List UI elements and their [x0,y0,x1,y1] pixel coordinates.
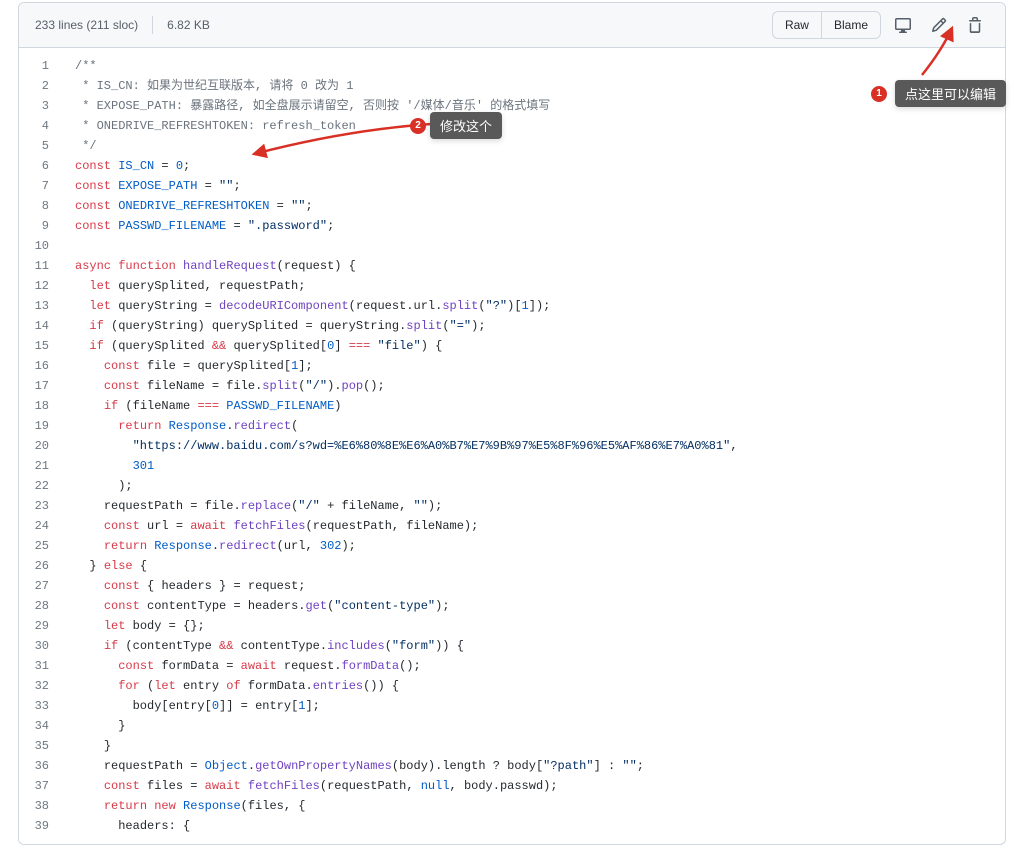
line-number[interactable]: 22 [19,476,55,496]
code-line: ); [75,476,1005,496]
line-number[interactable]: 16 [19,356,55,376]
code-line: if (querySplited && querySplited[0] === … [75,336,1005,356]
code-line: } [75,716,1005,736]
code-line: * ONEDRIVE_REFRESHTOKEN: refresh_token [75,116,1005,136]
line-number[interactable]: 12 [19,276,55,296]
line-number[interactable]: 33 [19,696,55,716]
line-number[interactable]: 23 [19,496,55,516]
code-line: const contentType = headers.get("content… [75,596,1005,616]
code-line: "https://www.baidu.com/s?wd=%E6%80%8E%E6… [75,436,1005,456]
code-line: const EXPOSE_PATH = ""; [75,176,1005,196]
line-number[interactable]: 38 [19,796,55,816]
line-number[interactable]: 34 [19,716,55,736]
code-line: /** [75,56,1005,76]
line-number[interactable]: 15 [19,336,55,356]
line-number[interactable]: 7 [19,176,55,196]
blame-button[interactable]: Blame [821,11,881,39]
code-line: return new Response(files, { [75,796,1005,816]
code-line: 301 [75,456,1005,476]
line-number[interactable]: 11 [19,256,55,276]
line-number[interactable]: 32 [19,676,55,696]
annotation-badge-2: 2 [410,118,426,134]
edit-icon[interactable] [925,11,953,39]
code-content[interactable]: /** * IS_CN: 如果为世纪互联版本, 请将 0 改为 1 * EXPO… [65,48,1005,844]
line-number-gutter: 1234567891011121314151617181920212223242… [19,48,65,844]
line-number[interactable]: 29 [19,616,55,636]
line-number[interactable]: 6 [19,156,55,176]
file-info: 233 lines (211 sloc) 6.82 KB [35,16,772,34]
line-count: 233 lines (211 sloc) [35,18,138,32]
line-number[interactable]: 39 [19,816,55,836]
code-line: return Response.redirect( [75,416,1005,436]
line-number[interactable]: 37 [19,776,55,796]
desktop-icon[interactable] [889,11,917,39]
line-number[interactable]: 8 [19,196,55,216]
code-line: let querySplited, requestPath; [75,276,1005,296]
line-number[interactable]: 21 [19,456,55,476]
line-number[interactable]: 30 [19,636,55,656]
annotation-callout-2: 2 修改这个 [430,112,502,139]
code-line: async function handleRequest(request) { [75,256,1005,276]
code-line: if (contentType && contentType.includes(… [75,636,1005,656]
code-line: body[entry[0]] = entry[1]; [75,696,1005,716]
file-header: 233 lines (211 sloc) 6.82 KB Raw Blame [19,3,1005,48]
code-line: const formData = await request.formData(… [75,656,1005,676]
code-line: */ [75,136,1005,156]
line-number[interactable]: 35 [19,736,55,756]
code-line: if (fileName === PASSWD_FILENAME) [75,396,1005,416]
file-size: 6.82 KB [167,18,210,32]
delete-icon[interactable] [961,11,989,39]
line-number[interactable]: 18 [19,396,55,416]
code-line: for (let entry of formData.entries()) { [75,676,1005,696]
raw-button[interactable]: Raw [772,11,821,39]
annotation-badge-1: 1 [871,86,887,102]
file-viewer: 233 lines (211 sloc) 6.82 KB Raw Blame 1… [18,2,1006,845]
line-number[interactable]: 17 [19,376,55,396]
line-number[interactable]: 9 [19,216,55,236]
line-number[interactable]: 3 [19,96,55,116]
code-line: requestPath = Object.getOwnPropertyNames… [75,756,1005,776]
line-number[interactable]: 25 [19,536,55,556]
code-line: const fileName = file.split("/").pop(); [75,376,1005,396]
code-line: const { headers } = request; [75,576,1005,596]
line-number[interactable]: 13 [19,296,55,316]
file-actions: Raw Blame [772,11,989,39]
code-line: const ONEDRIVE_REFRESHTOKEN = ""; [75,196,1005,216]
annotation-text-2: 修改这个 [440,116,492,135]
line-number[interactable]: 24 [19,516,55,536]
line-number[interactable]: 28 [19,596,55,616]
code-line: * IS_CN: 如果为世纪互联版本, 请将 0 改为 1 [75,76,1005,96]
code-line: return Response.redirect(url, 302); [75,536,1005,556]
line-number[interactable]: 36 [19,756,55,776]
line-number[interactable]: 27 [19,576,55,596]
line-number[interactable]: 31 [19,656,55,676]
divider [152,16,153,34]
line-number[interactable]: 26 [19,556,55,576]
code-line: requestPath = file.replace("/" + fileNam… [75,496,1005,516]
code-line [75,236,1005,256]
code-line: const url = await fetchFiles(requestPath… [75,516,1005,536]
code-line: const files = await fetchFiles(requestPa… [75,776,1005,796]
line-number[interactable]: 1 [19,56,55,76]
line-number[interactable]: 4 [19,116,55,136]
annotation-text-1: 点这里可以编辑 [905,84,996,103]
line-number[interactable]: 5 [19,136,55,156]
line-number[interactable]: 20 [19,436,55,456]
line-number[interactable]: 2 [19,76,55,96]
line-number[interactable]: 19 [19,416,55,436]
code-line: } else { [75,556,1005,576]
code-line: * EXPOSE_PATH: 暴露路径, 如全盘展示请留空, 否则按 '/媒体/… [75,96,1005,116]
code-line: const IS_CN = 0; [75,156,1005,176]
code-line: const PASSWD_FILENAME = ".password"; [75,216,1005,236]
annotation-callout-1: 1 点这里可以编辑 [895,80,1006,107]
code-line: headers: { [75,816,1005,836]
code-area: 1234567891011121314151617181920212223242… [19,48,1005,844]
code-line: let queryString = decodeURIComponent(req… [75,296,1005,316]
line-number[interactable]: 10 [19,236,55,256]
line-number[interactable]: 14 [19,316,55,336]
code-line: const file = querySplited[1]; [75,356,1005,376]
code-line: } [75,736,1005,756]
code-line: if (queryString) querySplited = queryStr… [75,316,1005,336]
code-line: let body = {}; [75,616,1005,636]
